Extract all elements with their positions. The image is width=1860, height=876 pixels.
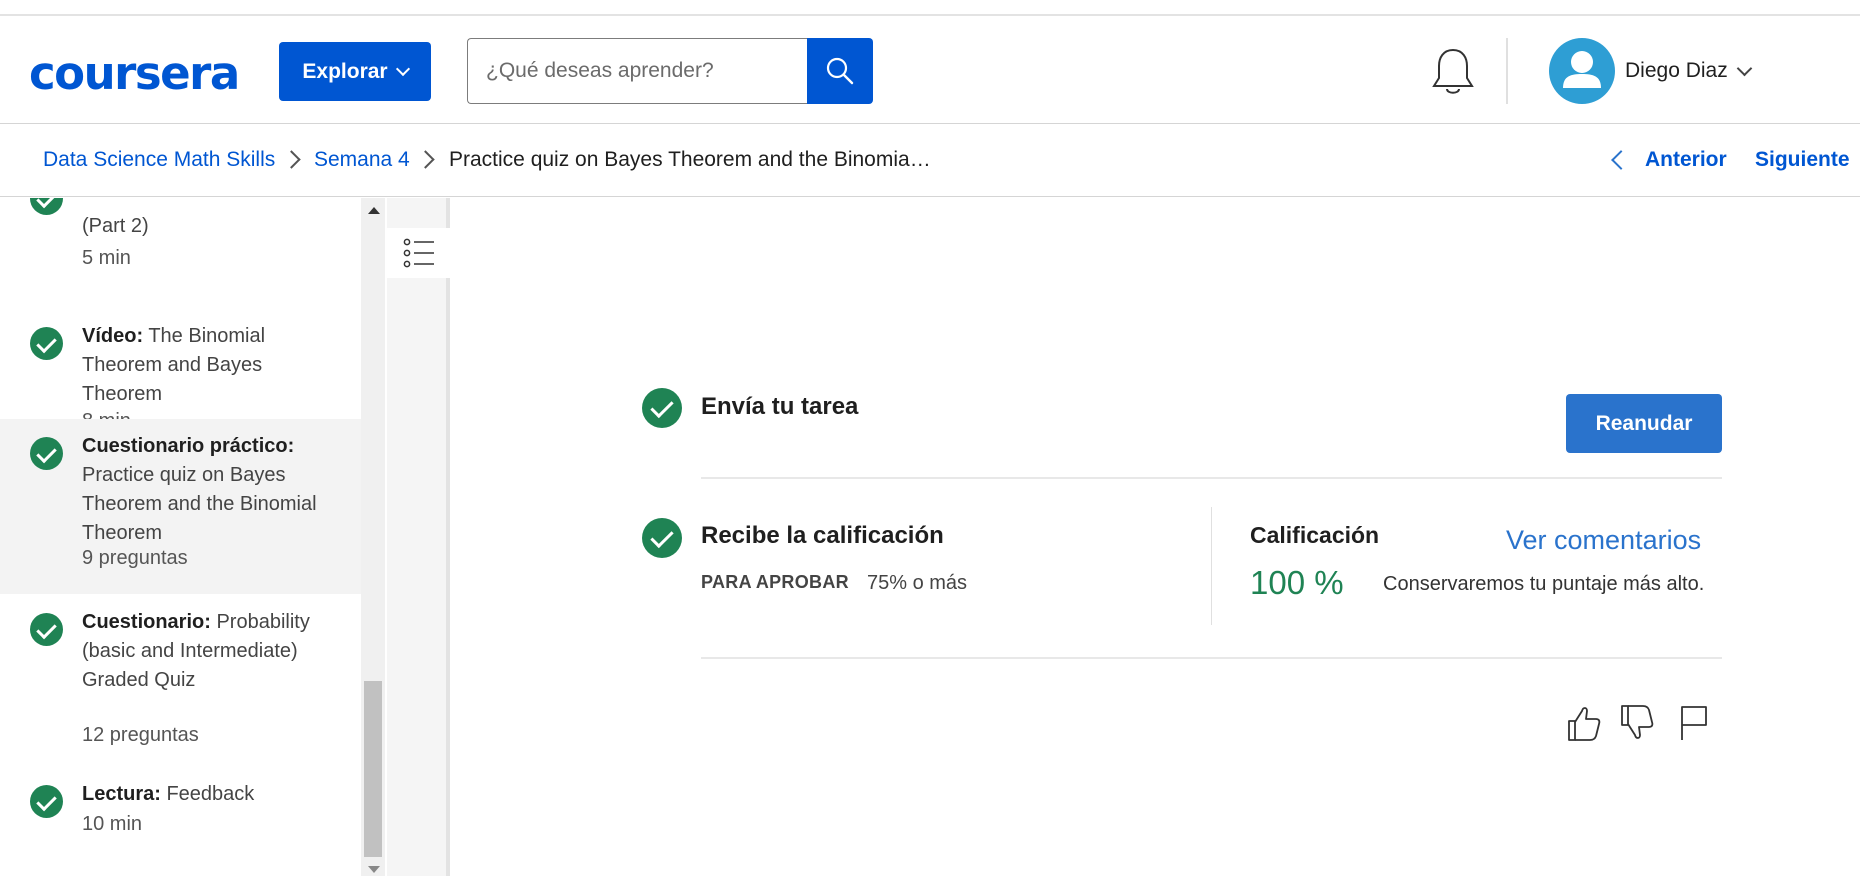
scroll-up-arrow-icon[interactable] xyxy=(368,207,380,214)
user-avatar-icon[interactable] xyxy=(1549,38,1615,104)
bell-icon[interactable] xyxy=(1430,46,1476,98)
sidebar-item-graded-quiz[interactable]: Cuestionario: Probability (basic and Int… xyxy=(0,594,361,754)
check-circle-icon xyxy=(30,198,63,215)
site-header: coursera Explorar Diego Diaz xyxy=(0,16,1860,124)
chevron-left-icon[interactable] xyxy=(1611,150,1631,170)
resume-button[interactable]: Reanudar xyxy=(1566,394,1722,453)
sidebar-item-title: Lectura: Feedback xyxy=(82,783,255,805)
divider xyxy=(701,477,1722,479)
breadcrumb-week-link[interactable]: Semana 4 xyxy=(314,148,410,172)
search-icon xyxy=(826,57,854,85)
search-input[interactable] xyxy=(467,38,807,104)
breadcrumb: Data Science Math Skills Semana 4 Practi… xyxy=(0,124,1860,197)
receive-grade-title: Recibe la calificación xyxy=(701,522,944,549)
check-circle-icon xyxy=(642,518,682,558)
chevron-down-icon xyxy=(395,61,410,76)
sidebar-item-title: Vídeo: The Binomial Theorem and Bayes Th… xyxy=(82,325,266,405)
sidebar-item-practice-quiz[interactable]: Cuestionario práctico: Practice quiz on B… xyxy=(0,419,361,594)
course-sidebar: (Part 2) 5 min Vídeo: The Binomial Theor… xyxy=(0,198,361,876)
check-circle-icon xyxy=(30,785,63,818)
pass-requirement-value: 75% o más xyxy=(867,572,968,594)
thumbs-up-icon[interactable] xyxy=(1565,703,1603,743)
breadcrumb-current-item: Practice quiz on Bayes Theorem and the B… xyxy=(449,148,931,171)
search-button[interactable] xyxy=(807,38,873,104)
check-circle-icon xyxy=(30,327,63,360)
flag-icon[interactable] xyxy=(1676,703,1714,743)
explore-button[interactable]: Explorar xyxy=(279,42,431,101)
check-circle-icon xyxy=(30,437,63,470)
next-link[interactable]: Siguiente xyxy=(1755,148,1850,172)
sidebar-item-reading[interactable]: Lectura: Feedback 10 min xyxy=(0,771,361,876)
grade-label: Calificación xyxy=(1250,522,1380,548)
check-circle-icon xyxy=(30,613,63,646)
explore-button-label: Explorar xyxy=(302,59,388,83)
sidebar-item-meta: 10 min xyxy=(82,813,143,835)
sidebar-item-title: Cuestionario: Probability (basic and Int… xyxy=(82,611,310,691)
scroll-down-arrow-icon[interactable] xyxy=(368,866,380,873)
coursera-logo[interactable]: coursera xyxy=(29,47,240,100)
sidebar-item-title: Cuestionario práctico: Practice quiz on B… xyxy=(82,435,317,544)
thumbs-down-icon[interactable] xyxy=(1618,703,1656,743)
breadcrumb-course-link[interactable]: Data Science Math Skills xyxy=(43,148,275,172)
browser-top-strip xyxy=(0,0,1860,16)
sidebar-item-title: (Part 2) xyxy=(82,215,149,237)
chevron-right-icon xyxy=(282,150,301,169)
sidebar-item-part2[interactable]: (Part 2) 5 min xyxy=(0,198,361,328)
sidebar-item-meta: 5 min xyxy=(82,247,131,269)
check-circle-icon xyxy=(642,388,682,428)
pass-requirement-label: PARA APROBAR xyxy=(701,572,849,592)
toc-panel xyxy=(387,198,450,876)
divider xyxy=(701,657,1722,659)
sidebar-scrollbar[interactable] xyxy=(361,198,385,876)
previous-link[interactable]: Anterior xyxy=(1645,148,1727,172)
view-feedback-link[interactable]: Ver comentarios xyxy=(1506,525,1701,556)
toggle-outline-button[interactable] xyxy=(387,228,450,278)
chevron-down-icon[interactable] xyxy=(1736,60,1753,77)
header-divider xyxy=(1506,38,1508,104)
chevron-right-icon xyxy=(416,150,435,169)
highest-score-note: Conservaremos tu puntaje más alto. xyxy=(1383,573,1705,595)
grade-value: 100 % xyxy=(1250,564,1344,601)
sidebar-item-meta: 12 preguntas xyxy=(82,724,199,746)
list-icon xyxy=(403,238,434,268)
scroll-thumb[interactable] xyxy=(364,681,382,857)
user-name[interactable]: Diego Diaz xyxy=(1625,59,1728,83)
divider xyxy=(1211,507,1212,625)
submit-assignment-title: Envía tu tarea xyxy=(701,393,859,420)
main-content: Envía tu tarea Reanudar Recibe la califi… xyxy=(454,198,1860,876)
sidebar-item-meta: 9 preguntas xyxy=(82,547,188,569)
